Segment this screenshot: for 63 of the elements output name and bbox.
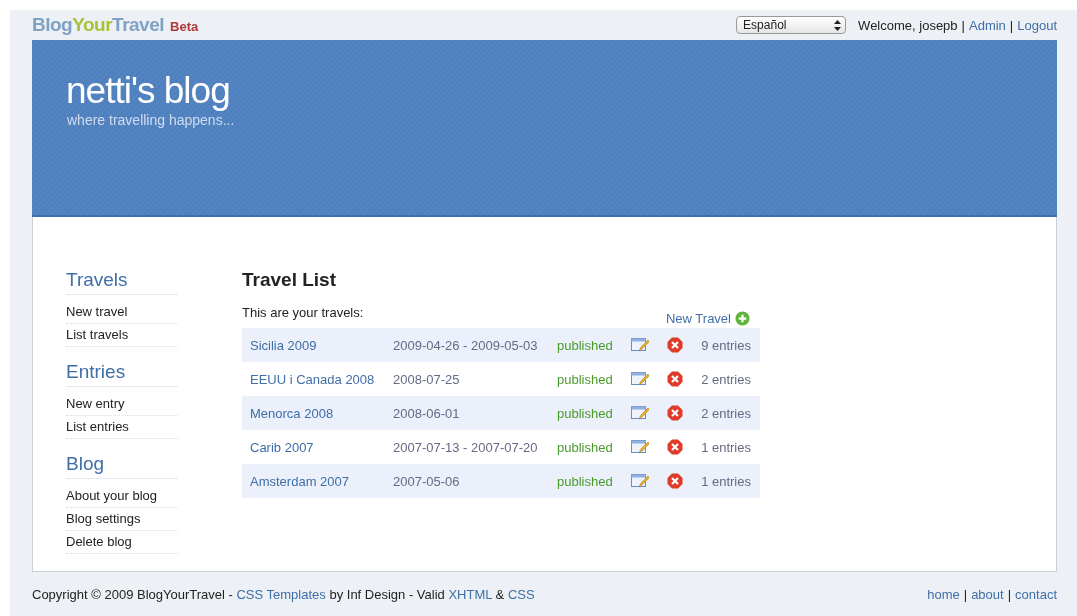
separator: | xyxy=(963,586,968,602)
travel-dates: 2007-05-06 xyxy=(393,473,461,489)
travel-name[interactable]: Amsterdam 2007 xyxy=(250,473,393,489)
travel-name[interactable]: Carib 2007 xyxy=(250,439,393,455)
entries-count: 1 entries xyxy=(701,439,751,455)
footer-link[interactable]: CSS Templates xyxy=(236,586,326,602)
edit-icon[interactable] xyxy=(631,371,649,387)
delete-icon[interactable] xyxy=(667,371,683,387)
sidebar-heading: Travels xyxy=(66,269,178,295)
travel-dates: 2009-04-26 - 2009-05-03 xyxy=(393,337,539,353)
blog-title: netti's blog xyxy=(66,70,231,112)
footer-link[interactable]: CSS xyxy=(507,586,535,602)
entries-count: 2 entries xyxy=(701,371,751,387)
sidebar-link[interactable]: Blog settings xyxy=(66,508,178,531)
travel-name[interactable]: Sicilia 2009 xyxy=(250,337,393,353)
footer-nav-link[interactable]: contact xyxy=(1015,586,1057,602)
travel-status: published xyxy=(557,337,614,353)
intro-text: This are your travels: xyxy=(242,305,364,320)
travel-dates: 2008-06-01 xyxy=(393,405,461,421)
delete-icon[interactable] xyxy=(667,337,683,353)
copyright-text: Copyright © 2009 BlogYourTravel - CSS Templates by Inf Design - Valid XHTML & CSS xyxy=(32,586,535,602)
section-title: Travel List xyxy=(242,269,337,291)
travel-status: published xyxy=(557,473,614,489)
edit-icon[interactable] xyxy=(631,337,649,353)
travel-status: published xyxy=(557,405,614,421)
entries-count: 1 entries xyxy=(701,473,751,489)
sidebar-link[interactable]: List entries xyxy=(66,416,178,439)
add-icon xyxy=(735,311,750,326)
header-link[interactable]: Admin xyxy=(969,17,1006,33)
sidebar-link[interactable]: About your blog xyxy=(66,485,178,508)
sidebar-heading: Blog xyxy=(66,453,178,479)
new-travel-link[interactable]: New Travel xyxy=(665,311,750,326)
sidebar-heading: Entries xyxy=(66,361,178,387)
header-link[interactable]: Logout xyxy=(1017,17,1057,33)
edit-icon[interactable] xyxy=(631,405,649,421)
entries-count: 9 entries xyxy=(701,337,751,353)
footer-nav-link[interactable]: about xyxy=(971,586,1004,602)
entries-count: 2 entries xyxy=(701,405,751,421)
travel-name[interactable]: EEUU i Canada 2008 xyxy=(250,371,393,387)
blog-tagline: where travelling happens... xyxy=(67,112,236,128)
travel-dates: 2007-07-13 - 2007-07-20 xyxy=(393,439,539,455)
travel-dates: 2008-07-25 xyxy=(393,371,461,387)
travel-name[interactable]: Menorca 2008 xyxy=(250,405,393,421)
edit-icon[interactable] xyxy=(631,439,649,455)
beta-label: Beta xyxy=(170,19,199,34)
travel-status: published xyxy=(557,439,614,455)
sidebar-link[interactable]: List travels xyxy=(66,324,178,347)
language-select[interactable]: Español xyxy=(736,16,847,34)
delete-icon[interactable] xyxy=(667,405,683,421)
separator: | xyxy=(1007,586,1012,602)
delete-icon[interactable] xyxy=(667,473,683,489)
footer-link[interactable]: XHTML xyxy=(448,586,492,602)
sidebar-link[interactable]: New travel xyxy=(66,301,178,324)
separator: | xyxy=(961,17,965,33)
sidebar-link[interactable]: New entry xyxy=(66,393,178,416)
edit-icon[interactable] xyxy=(631,473,649,489)
welcome-text: Welcome, josepb xyxy=(858,17,958,33)
sidebar-link[interactable]: Delete blog xyxy=(66,531,178,554)
travel-status: published xyxy=(557,371,614,387)
stepper-icon xyxy=(834,19,842,31)
footer-nav-link[interactable]: home xyxy=(927,586,960,602)
separator: | xyxy=(1009,17,1014,33)
delete-icon[interactable] xyxy=(667,439,683,455)
